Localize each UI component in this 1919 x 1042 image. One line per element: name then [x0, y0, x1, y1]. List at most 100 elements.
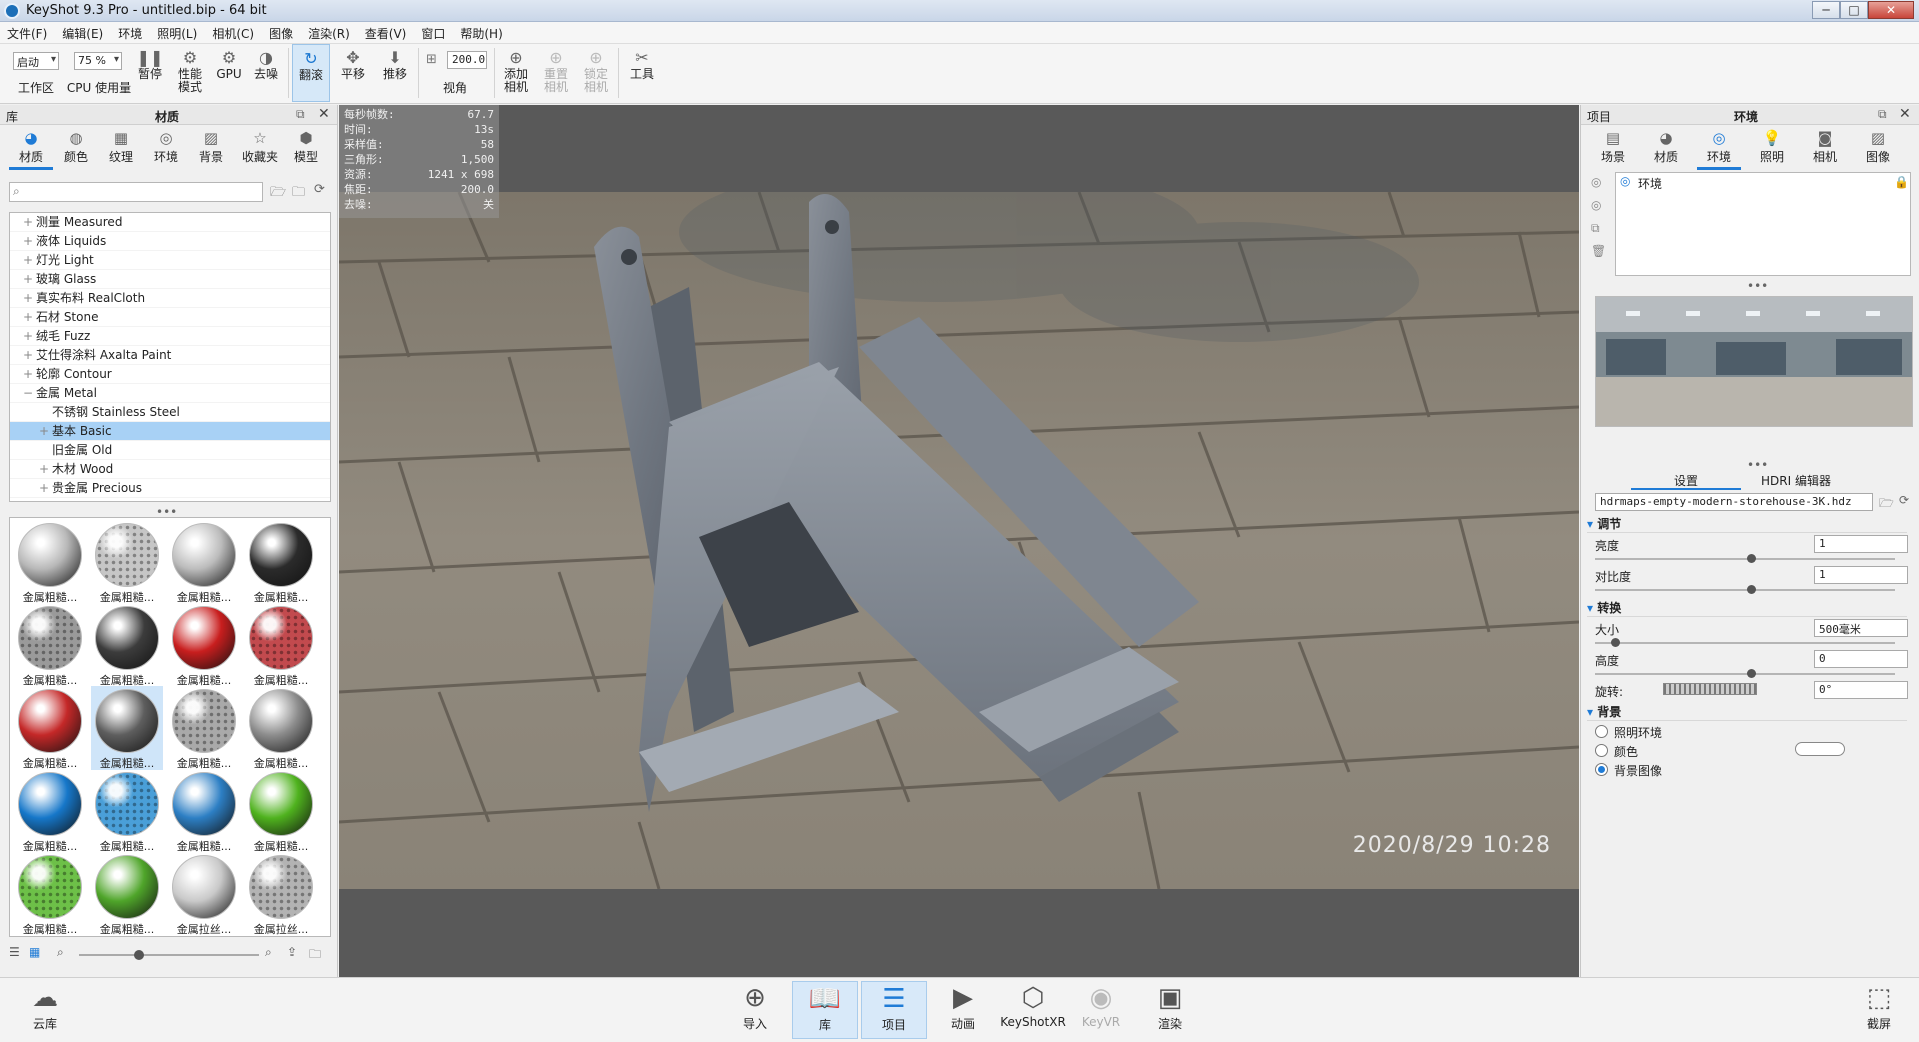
- material-thumbnail[interactable]: 金属粗糙...: [91, 686, 163, 770]
- tree-item[interactable]: + 玻璃 Glass: [10, 270, 330, 289]
- tree-item[interactable]: + 液体 Liquids: [10, 232, 330, 251]
- section-adjust[interactable]: ▾ 调节: [1587, 515, 1907, 533]
- tree-item[interactable]: + 真实布料 RealCloth: [10, 289, 330, 308]
- material-thumbnail[interactable]: 金属粗糙...: [245, 520, 317, 604]
- menu-lighting[interactable]: 照明(L): [150, 22, 205, 44]
- contrast-slider[interactable]: [1595, 589, 1895, 591]
- tree-item[interactable]: 不锈钢 Stainless Steel: [10, 403, 330, 422]
- upload-icon[interactable]: ⇪: [287, 945, 297, 959]
- thumbnail-size-slider[interactable]: [79, 954, 259, 956]
- expand-toggle-icon[interactable]: +: [38, 422, 50, 441]
- project-button[interactable]: ☰ 项目: [861, 981, 927, 1039]
- tab-colors[interactable]: ◍ 颜色: [54, 128, 98, 165]
- tree-item[interactable]: + 测量 Measured: [10, 213, 330, 232]
- menu-help[interactable]: 帮助(H): [453, 22, 510, 44]
- menu-image[interactable]: 图像: [262, 22, 301, 44]
- add-environment-icon[interactable]: ◎: [1591, 175, 1601, 189]
- library-button[interactable]: 📖 库: [792, 981, 858, 1039]
- render-button[interactable]: ▣ 渲染: [1137, 981, 1203, 1039]
- material-thumbnail[interactable]: 金属粗糙...: [91, 520, 163, 604]
- performance-mode-button[interactable]: ⚙ 性能 模式: [170, 44, 210, 102]
- dolly-button[interactable]: ⬇ 推移: [376, 44, 414, 102]
- expand-toggle-icon[interactable]: +: [22, 232, 34, 251]
- material-thumbnail[interactable]: 金属粗糙...: [245, 769, 317, 853]
- minimize-button[interactable]: ─: [1812, 1, 1840, 19]
- hdri-file-input[interactable]: hdrmaps-empty-modern-storehouse-3K.hdz: [1595, 493, 1873, 511]
- material-thumbnail[interactable]: 金属粗糙...: [14, 603, 86, 687]
- hdri-preview[interactable]: [1595, 296, 1913, 427]
- size-input[interactable]: 500毫米: [1814, 619, 1908, 637]
- lock-camera-button[interactable]: ⊕ 锁定 相机: [578, 44, 614, 102]
- material-thumbnail[interactable]: 金属粗糙...: [168, 520, 240, 604]
- rotation-dial[interactable]: [1663, 683, 1757, 695]
- close-button[interactable]: ✕: [1868, 1, 1914, 19]
- height-input[interactable]: 0: [1814, 650, 1908, 668]
- expand-toggle-icon[interactable]: +: [22, 289, 34, 308]
- bg-lighting-radio[interactable]: [1595, 725, 1608, 738]
- material-thumbnail[interactable]: 金属拉丝...: [245, 852, 317, 936]
- menu-window[interactable]: 窗口: [414, 22, 453, 44]
- tree-item[interactable]: + 艾仕得涂料 Axalta Paint: [10, 346, 330, 365]
- tab-backplates[interactable]: ▨ 背景: [189, 128, 233, 165]
- material-thumbnail[interactable]: 金属粗糙...: [91, 852, 163, 936]
- zoom-in-icon[interactable]: ⌕: [265, 945, 272, 960]
- denoise-button[interactable]: ◑ 去噪: [248, 44, 284, 102]
- expand-toggle-icon[interactable]: −: [22, 384, 34, 403]
- size-slider[interactable]: [1595, 642, 1895, 644]
- expand-toggle-icon[interactable]: +: [22, 213, 34, 232]
- open-folder-icon[interactable]: 🗁: [1879, 494, 1894, 515]
- material-thumbnail[interactable]: 金属粗糙...: [14, 769, 86, 853]
- gpu-button[interactable]: ⚙ GPU: [212, 44, 246, 102]
- contrast-slider-knob[interactable]: [1747, 585, 1756, 594]
- keyvr-button[interactable]: ◉ KeyVR: [1068, 981, 1134, 1039]
- material-thumbnail[interactable]: 金属粗糙...: [91, 603, 163, 687]
- tab-scene[interactable]: ▤ 场景: [1591, 128, 1635, 165]
- zoom-out-icon[interactable]: ⌕: [57, 945, 64, 960]
- rotation-input[interactable]: 0°: [1814, 681, 1908, 699]
- material-thumbnail[interactable]: 金属粗糙...: [91, 769, 163, 853]
- size-slider-knob[interactable]: [1611, 638, 1620, 647]
- section-transform[interactable]: ▾ 转换: [1587, 599, 1907, 617]
- tools-button[interactable]: ✂ 工具: [622, 44, 662, 102]
- tree-item[interactable]: 旧金属 Old: [10, 441, 330, 460]
- refresh-icon[interactable]: ⟳: [314, 182, 325, 197]
- thumbnail-size-knob[interactable]: [134, 950, 144, 960]
- tumble-button[interactable]: ↻ 翻滚: [292, 44, 330, 102]
- brightness-slider[interactable]: [1595, 558, 1895, 560]
- tab-models[interactable]: ⬢ 模型: [284, 128, 328, 165]
- duplicate-environment-icon[interactable]: ◎: [1591, 198, 1601, 212]
- reset-camera-button[interactable]: ⊕ 重置 相机: [538, 44, 574, 102]
- tab-materials[interactable]: ◕ 材质: [9, 128, 53, 170]
- tab-lighting[interactable]: 💡 照明: [1750, 128, 1794, 165]
- material-thumbnail[interactable]: 金属粗糙...: [168, 769, 240, 853]
- splitter-handle[interactable]: •••: [1747, 458, 1768, 472]
- material-thumbnail[interactable]: 金属粗糙...: [245, 686, 317, 770]
- menu-camera[interactable]: 相机(C): [205, 22, 262, 44]
- contrast-input[interactable]: 1: [1814, 566, 1908, 584]
- workspace-select[interactable]: 启动: [13, 52, 59, 70]
- add-camera-button[interactable]: ⊕ 添加 相机: [498, 44, 534, 102]
- material-thumbnail[interactable]: 金属拉丝...: [168, 852, 240, 936]
- height-slider[interactable]: [1595, 673, 1895, 675]
- expand-toggle-icon[interactable]: +: [22, 346, 34, 365]
- expand-toggle-icon[interactable]: +: [38, 460, 50, 479]
- subtab-settings[interactable]: 设置: [1631, 472, 1741, 490]
- material-thumbnail[interactable]: 金属粗糙...: [168, 686, 240, 770]
- material-thumbnail[interactable]: 金属粗糙...: [168, 603, 240, 687]
- delete-environment-icon[interactable]: 🗑: [1591, 244, 1606, 258]
- render-viewport[interactable]: 2020/8/29 10:28 每秒帧数: 67.7 时间: 13s 采样值: 58 三角形…: [339, 105, 1579, 977]
- expand-toggle-icon[interactable]: +: [22, 251, 34, 270]
- keyshotxr-button[interactable]: ⬡ KeyShotXR: [999, 981, 1067, 1039]
- menu-render[interactable]: 渲染(R): [301, 22, 358, 44]
- library-search-input[interactable]: ⌕: [9, 182, 263, 202]
- reload-icon[interactable]: ⟳: [1899, 493, 1909, 507]
- float-panel-icon[interactable]: ⧉: [1878, 107, 1887, 122]
- subtab-hdri-editor[interactable]: HDRI 编辑器: [1741, 472, 1851, 490]
- expand-toggle-icon[interactable]: +: [22, 365, 34, 384]
- menu-edit[interactable]: 编辑(E): [55, 22, 111, 44]
- material-thumbnail[interactable]: 金属粗糙...: [14, 852, 86, 936]
- close-panel-icon[interactable]: ✕: [318, 106, 330, 122]
- tree-item[interactable]: + 基本 Basic: [10, 422, 330, 441]
- close-panel-icon[interactable]: ✕: [1899, 106, 1911, 122]
- tree-item[interactable]: + 灯光 Light: [10, 251, 330, 270]
